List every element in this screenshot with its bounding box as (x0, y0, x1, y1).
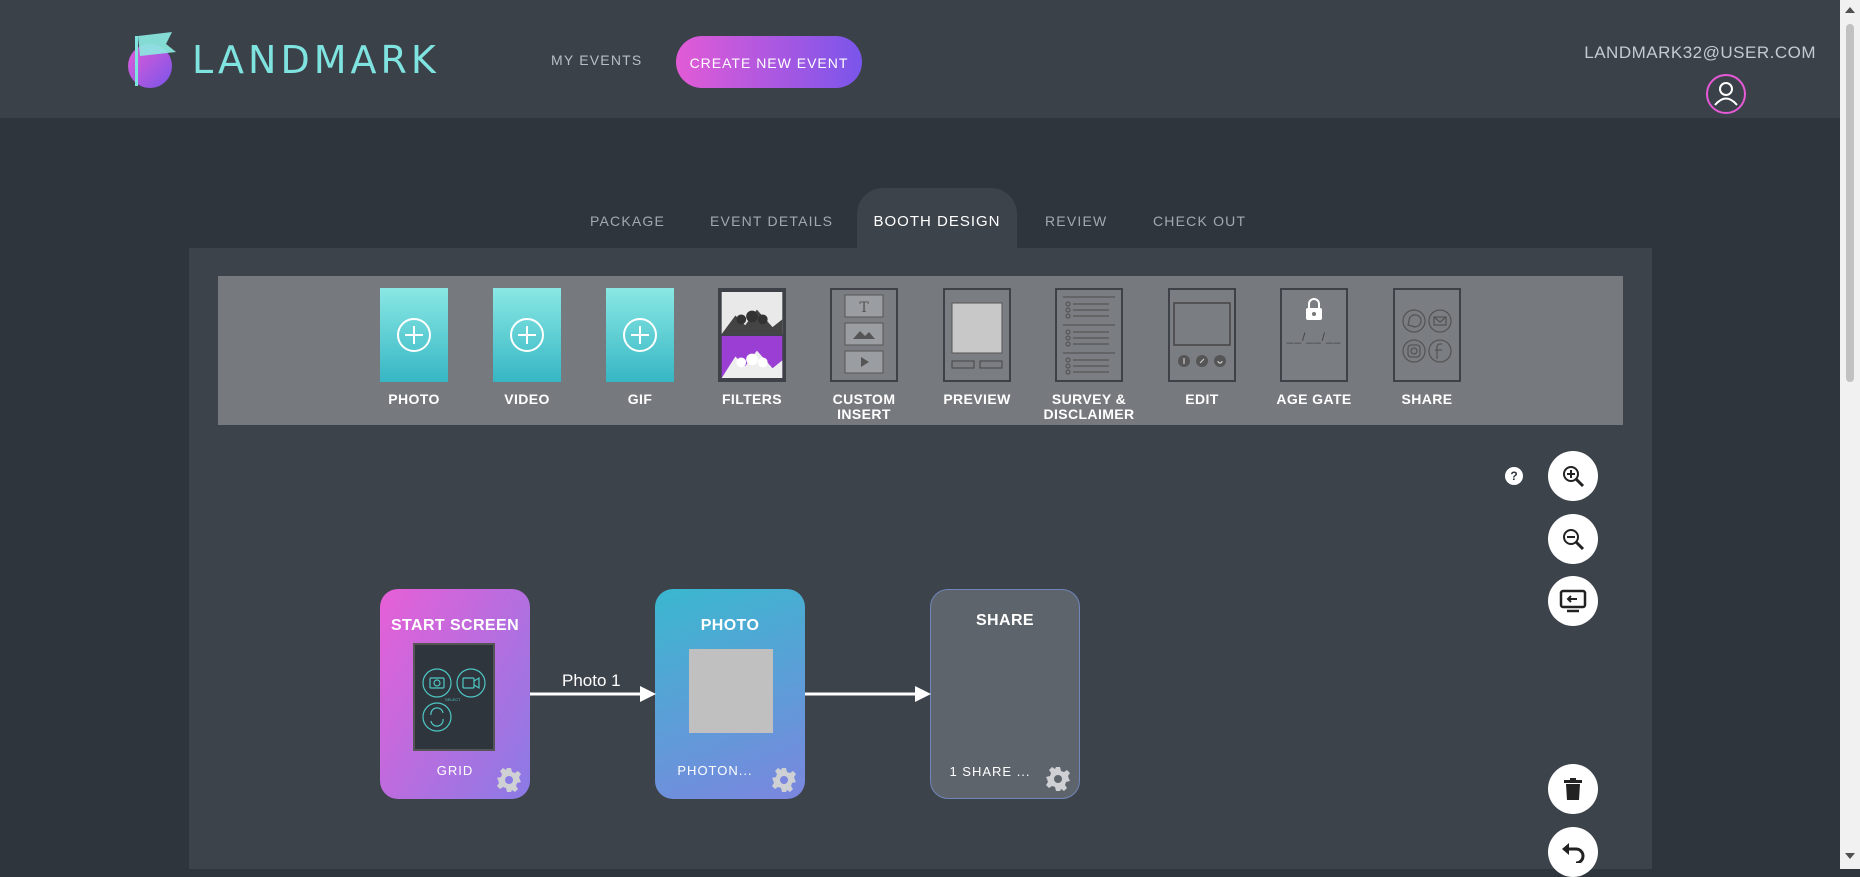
custom-insert-icon: T (844, 294, 884, 374)
tab-event-details[interactable]: EVENT DETAILS (710, 213, 833, 229)
node-footer: PHOTON... (677, 763, 753, 778)
create-new-event-button[interactable]: CREATE NEW EVENT (676, 36, 862, 88)
fit-screen-icon (1559, 589, 1587, 613)
tool-label: SHARE (1401, 391, 1453, 407)
connector-photo-to-share (805, 686, 931, 702)
brand-logo[interactable]: LANDMARK (126, 30, 440, 90)
flag-logo-icon (128, 32, 176, 88)
brand-name: LANDMARK (192, 38, 440, 82)
tab-check-out[interactable]: CHECK OUT (1153, 213, 1246, 229)
svg-text:T: T (859, 300, 869, 316)
plus-circle-icon (397, 318, 431, 352)
survey-icon (1063, 296, 1115, 375)
fit-screen-button[interactable] (1548, 576, 1598, 626)
connector-label: Photo 1 (562, 671, 621, 690)
undo-button[interactable] (1548, 827, 1598, 877)
scroll-up-arrow-icon[interactable] (1845, 7, 1855, 13)
start-screen-preview: SELECT (413, 643, 495, 751)
tool-edit[interactable]: EDIT (1167, 288, 1237, 407)
photo-placeholder (689, 649, 773, 733)
tool-label: CUSTOM INSERT (832, 391, 896, 422)
tool-age-gate[interactable]: __/__/__ AGE GATE (1276, 288, 1351, 407)
tool-label: AGE GATE (1276, 391, 1352, 407)
top-header: LANDMARK MY EVENTS CREATE NEW EVENT LAND… (0, 0, 1840, 118)
zoom-out-icon (1563, 529, 1585, 551)
tab-package[interactable]: PACKAGE (590, 213, 665, 229)
tool-label: FILTERS (721, 391, 783, 407)
user-avatar[interactable] (1706, 74, 1746, 114)
tool-label: GIF (627, 391, 653, 407)
lock-icon (1306, 298, 1322, 320)
nav-my-events[interactable]: MY EVENTS (551, 52, 642, 68)
tab-booth-design[interactable]: BOOTH DESIGN (857, 188, 1017, 250)
node-title: PHOTO (700, 617, 760, 634)
tool-label: SURVEY & DISCLAIMER (1043, 391, 1135, 422)
node-share[interactable]: SHARE 1 SHARE ... (930, 589, 1080, 799)
tool-label: PHOTO (388, 391, 440, 407)
edit-icon (1173, 302, 1231, 367)
plus-circle-icon (510, 318, 544, 352)
tool-gif[interactable]: GIF (605, 288, 675, 407)
zoom-in-button[interactable] (1548, 451, 1598, 501)
tool-photo[interactable]: PHOTO (379, 288, 449, 407)
page-scrollbar[interactable] (1840, 0, 1860, 869)
node-start-screen[interactable]: START SCREEN SELECT GRID (380, 589, 530, 799)
gear-icon[interactable] (771, 767, 797, 793)
user-icon (1714, 82, 1738, 106)
node-footer: 1 SHARE ... (949, 764, 1031, 779)
zoom-in-icon (1563, 466, 1585, 488)
share-icon (1402, 309, 1452, 363)
node-title: SHARE (975, 612, 1034, 629)
user-email: LANDMARK32@USER.COM (1584, 43, 1816, 62)
preview-icon (951, 302, 1003, 369)
preview-select-text: SELECT (445, 697, 461, 702)
filters-icon (721, 292, 783, 378)
tool-label: EDIT (1185, 391, 1219, 407)
tool-label: PREVIEW (943, 391, 1011, 407)
tool-custom-insert[interactable]: T CUSTOM INSERT (829, 288, 899, 422)
tool-filters[interactable]: FILTERS (717, 288, 787, 407)
scroll-down-arrow-icon[interactable] (1845, 853, 1855, 859)
zoom-out-button[interactable] (1548, 514, 1598, 564)
tool-video[interactable]: VIDEO (492, 288, 562, 407)
plus-circle-icon (623, 318, 657, 352)
date-placeholder: __/__/__ (1286, 330, 1342, 344)
scrollbar-thumb[interactable] (1846, 24, 1854, 382)
help-icon[interactable]: ? (1505, 467, 1523, 485)
node-photo[interactable]: PHOTO PHOTON... (655, 589, 805, 799)
gear-icon[interactable] (496, 767, 522, 793)
node-title: START SCREEN (390, 617, 520, 634)
tool-survey-disclaimer[interactable]: SURVEY & DISCLAIMER (1043, 288, 1134, 422)
undo-icon (1562, 843, 1585, 863)
tool-share[interactable]: SHARE (1392, 288, 1462, 407)
delete-button[interactable] (1548, 764, 1598, 814)
trash-icon (1564, 778, 1582, 800)
tool-preview[interactable]: PREVIEW (942, 288, 1012, 407)
tool-label: VIDEO (504, 391, 550, 407)
gear-icon[interactable] (1045, 766, 1071, 792)
tab-review[interactable]: REVIEW (1045, 213, 1107, 229)
